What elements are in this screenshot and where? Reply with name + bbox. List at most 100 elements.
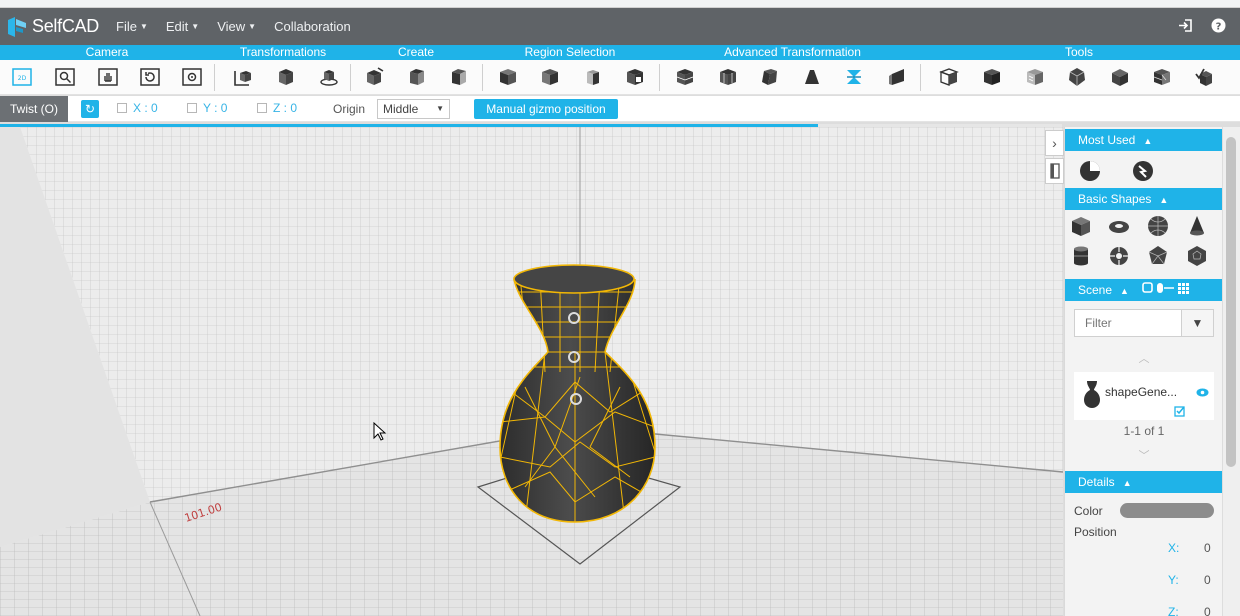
select-face-button[interactable] xyxy=(581,65,605,89)
category-camera: Camera xyxy=(85,45,129,59)
bend-icon xyxy=(889,69,904,85)
position-label: Position xyxy=(1074,525,1117,539)
scroll-down-chevron-icon[interactable]: ﹀ xyxy=(1065,447,1223,463)
reset-twist-button[interactable]: ↻ xyxy=(81,100,99,118)
menu-file[interactable]: File ▼ xyxy=(116,19,148,34)
scene-filter-input[interactable] xyxy=(1075,310,1183,336)
menu-collaboration[interactable]: Collaboration xyxy=(274,19,351,34)
menu-edit[interactable]: Edit ▼ xyxy=(166,19,199,34)
eye-visibility-icon[interactable] xyxy=(1196,388,1209,397)
scale-tool-button[interactable] xyxy=(317,65,341,89)
create-path-button[interactable] xyxy=(447,65,471,89)
bend-button[interactable] xyxy=(885,65,909,89)
polyhedron-icon[interactable] xyxy=(1147,245,1169,267)
bevel-button[interactable] xyxy=(758,65,782,89)
position-y-value[interactable]: 0 xyxy=(1204,573,1211,587)
zoom-icon xyxy=(55,68,75,86)
manual-gizmo-position-button[interactable]: Manual gizmo position xyxy=(474,99,618,119)
menu-edit-label: Edit xyxy=(165,19,189,34)
cylinder-icon[interactable] xyxy=(1070,245,1092,267)
origin-select[interactable]: Middle ▼ xyxy=(377,99,450,119)
create-shape-button[interactable] xyxy=(363,65,387,89)
torus-icon[interactable] xyxy=(1108,215,1130,237)
most-used-header[interactable]: Most Used ▲ xyxy=(1065,129,1223,151)
sphere-icon[interactable] xyxy=(1147,215,1169,237)
chevron-up-icon: ▲ xyxy=(1159,195,1169,205)
x-axis-option[interactable]: X : 0 xyxy=(117,101,158,115)
x-axis-checkbox[interactable] xyxy=(117,103,127,113)
rotate-tool-button[interactable] xyxy=(274,65,298,89)
panel-layout-toggle[interactable] xyxy=(1045,158,1064,184)
subdivide-button[interactable] xyxy=(673,65,697,89)
undo-shape-icon[interactable] xyxy=(1132,160,1154,182)
scene-canvas[interactable]: 101.00 xyxy=(0,127,1063,616)
y-axis-checkbox[interactable] xyxy=(187,103,197,113)
sign-in-icon[interactable] xyxy=(1178,18,1193,36)
tool-sculpt-button[interactable] xyxy=(1108,65,1132,89)
y-axis-option[interactable]: Y : 0 xyxy=(187,101,227,115)
select-object-button[interactable] xyxy=(623,65,647,89)
pie-shape-icon[interactable] xyxy=(1079,160,1101,182)
select-vertex-button[interactable] xyxy=(496,65,520,89)
taper-button[interactable] xyxy=(800,65,824,89)
scale-cube-icon xyxy=(320,70,338,86)
tool-wireframe-cube-button[interactable] xyxy=(937,65,961,89)
position-z-value[interactable]: 0 xyxy=(1204,605,1211,616)
camera-pan-button[interactable] xyxy=(96,65,120,89)
filter-button[interactable]: ▼ xyxy=(1181,310,1213,336)
details-title: Details xyxy=(1078,475,1115,489)
scroll-up-chevron-icon[interactable]: ︿ xyxy=(1065,350,1223,366)
gear-shape-icon[interactable] xyxy=(1108,245,1130,267)
move-tool-button[interactable] xyxy=(231,65,255,89)
tool-tessellate-button[interactable] xyxy=(1150,65,1174,89)
cube-icon[interactable] xyxy=(1070,215,1092,237)
pan-hand-icon xyxy=(98,68,118,86)
tool-sphere-button[interactable] xyxy=(1065,65,1089,89)
check-cube-icon xyxy=(1195,68,1212,86)
active-tool-label: Twist (O) xyxy=(0,96,68,122)
panel-scrollbar[interactable] xyxy=(1222,127,1240,616)
scene-header[interactable]: Scene ▲ xyxy=(1065,279,1223,301)
help-icon[interactable]: ? xyxy=(1211,18,1226,36)
3d-viewport[interactable]: 101.00 xyxy=(0,127,1063,616)
sculpt-cube-icon xyxy=(1112,69,1128,86)
tool-check-button[interactable] xyxy=(1193,65,1217,89)
tool-solid-cube-button[interactable] xyxy=(980,65,1004,89)
tool-mesh-cube-button[interactable] xyxy=(1023,65,1047,89)
scrollbar-thumb[interactable] xyxy=(1226,137,1236,467)
position-z-key: Z: xyxy=(1168,605,1179,616)
position-x-value[interactable]: 0 xyxy=(1204,541,1211,555)
basic-shapes-header[interactable]: Basic Shapes ▲ xyxy=(1065,188,1223,210)
camera-reset-button[interactable] xyxy=(180,65,204,89)
stitch-button[interactable] xyxy=(716,65,740,89)
dodecahedron-icon[interactable] xyxy=(1186,245,1208,267)
list-grid-toggle-icon xyxy=(1142,282,1190,294)
z-axis-option[interactable]: Z : 0 xyxy=(257,101,297,115)
create-extrude-button[interactable] xyxy=(405,65,429,89)
collapse-panel-button[interactable]: › xyxy=(1045,130,1064,156)
menu-view[interactable]: View ▼ xyxy=(217,19,256,34)
z-axis-checkbox[interactable] xyxy=(257,103,267,113)
category-create: Create xyxy=(397,45,435,59)
twist-button[interactable] xyxy=(842,65,866,89)
taper-icon xyxy=(805,70,819,84)
polysphere-icon xyxy=(1069,68,1085,86)
extrude-icon xyxy=(410,69,424,85)
edit-checkbox-icon[interactable] xyxy=(1174,405,1186,417)
scene-view-toggle[interactable] xyxy=(1142,282,1192,297)
color-label: Color xyxy=(1074,504,1103,518)
cone-icon[interactable] xyxy=(1186,215,1208,237)
category-tools: Tools xyxy=(1064,45,1093,59)
select-edge-button[interactable] xyxy=(538,65,562,89)
details-header[interactable]: Details ▲ xyxy=(1065,471,1223,493)
browser-chrome-strip xyxy=(0,0,1240,8)
cube-pencil-icon xyxy=(367,67,384,85)
camera-zoom-button[interactable] xyxy=(53,65,77,89)
camera-2d-view-button[interactable]: 2D xyxy=(10,65,34,89)
refresh-icon: ↻ xyxy=(84,102,96,116)
selfcad-logo[interactable]: SelfCAD xyxy=(6,16,99,38)
category-advanced-transformation: Advanced Transformation xyxy=(724,45,861,59)
camera-rotate-button[interactable] xyxy=(138,65,162,89)
scene-object-item[interactable]: shapeGene... xyxy=(1074,372,1214,420)
color-swatch[interactable] xyxy=(1120,503,1214,518)
